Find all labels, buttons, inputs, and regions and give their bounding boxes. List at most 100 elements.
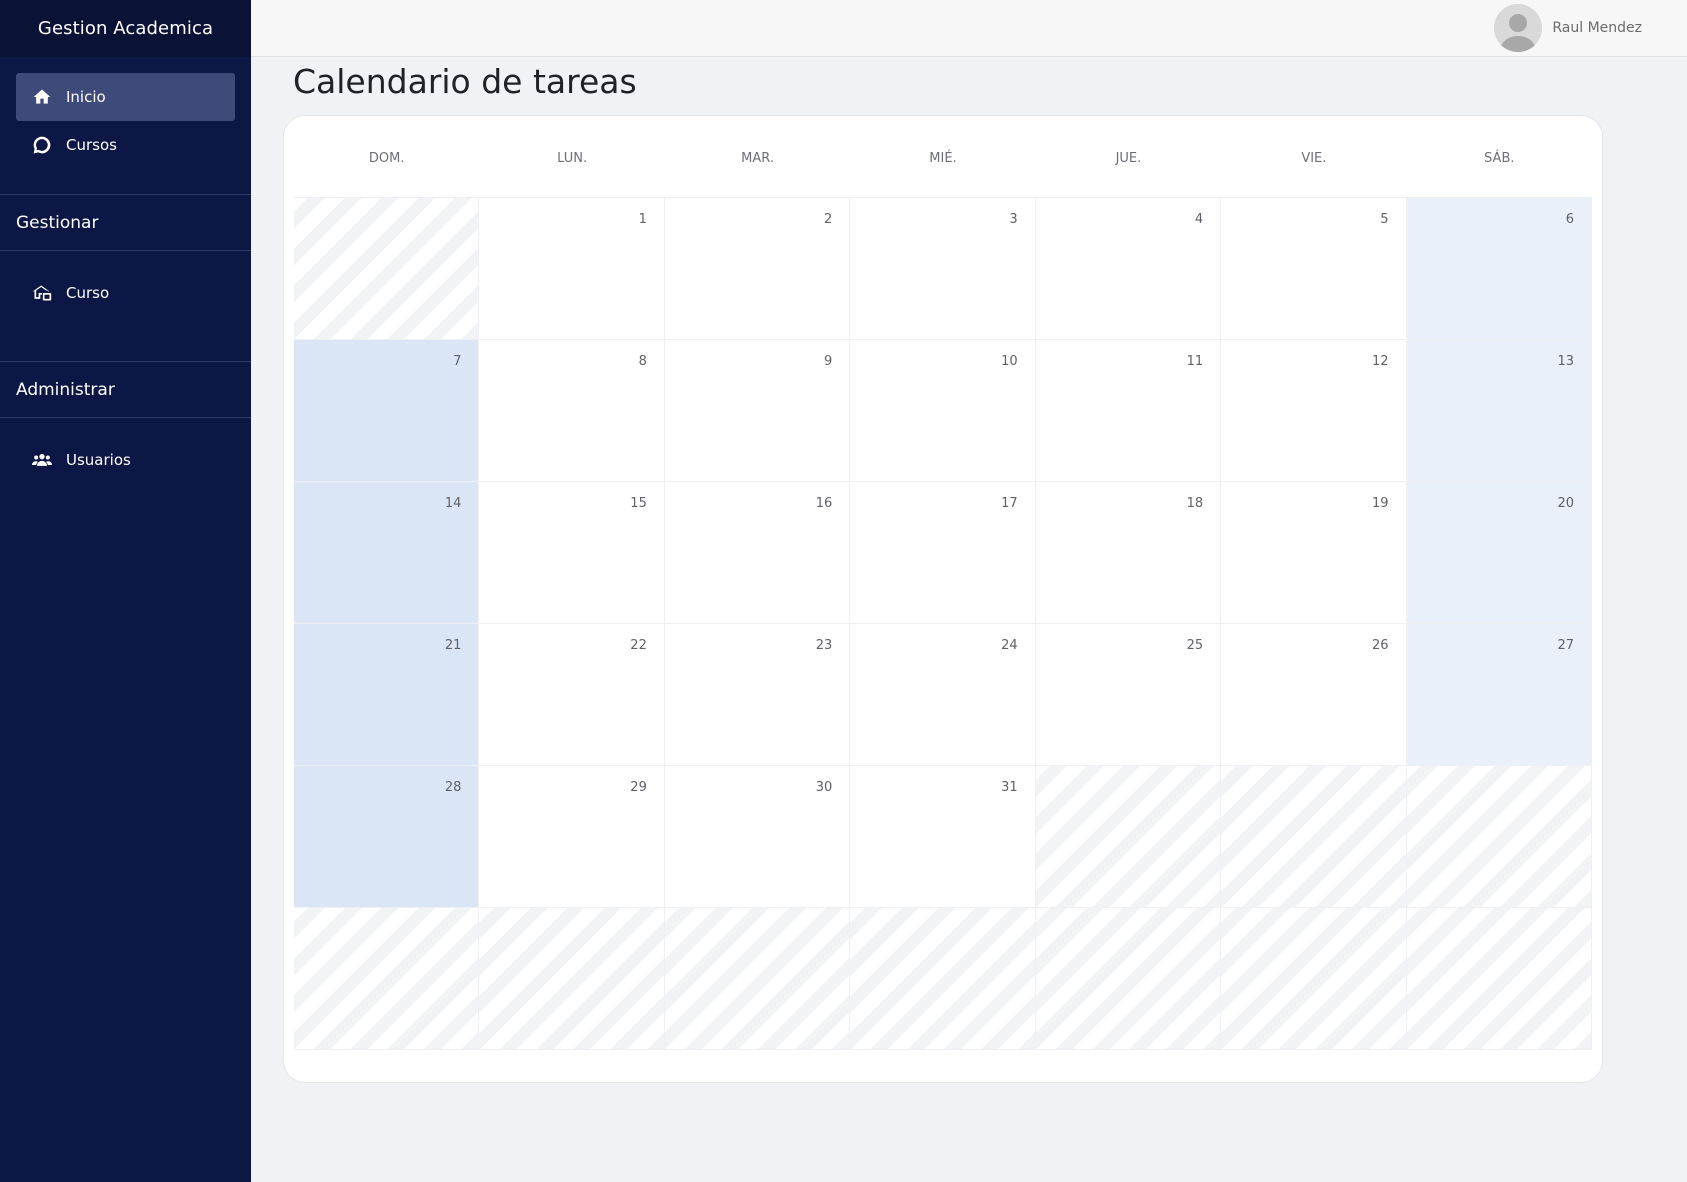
- day-header: VIE.: [1301, 151, 1327, 166]
- calendar-grid: 1 2 3 4 5 6 7 8 9 10 11 12 13 14 15 16 17 18 19 20 21 22 23 24 2…: [294, 198, 1592, 1050]
- calendar-day-cell[interactable]: 28: [294, 766, 480, 908]
- calendar-day-cell[interactable]: 23: [664, 624, 851, 766]
- calendar-day-cell[interactable]: 16: [664, 482, 851, 624]
- calendar-day-cell[interactable]: 8: [479, 340, 665, 482]
- calendar-day-cell[interactable]: 13: [1406, 340, 1592, 482]
- calendar-empty-cell: [1035, 908, 1222, 1050]
- section-title-administrar: Administrar: [0, 361, 251, 418]
- calendar-day-cell[interactable]: 27: [1406, 624, 1592, 766]
- sidebar-item-label: Inicio: [66, 88, 106, 106]
- calendar-day-cell[interactable]: 19: [1221, 482, 1407, 624]
- calendar-day-cell[interactable]: 11: [1035, 340, 1222, 482]
- section-title-gestionar: Gestionar: [0, 194, 251, 251]
- calendar-day-cell[interactable]: 31: [850, 766, 1036, 908]
- calendar-day-cell[interactable]: 17: [850, 482, 1036, 624]
- calendar-day-cell[interactable]: 4: [1035, 198, 1222, 340]
- day-number: 10: [1001, 354, 1018, 369]
- calendar-day-cell[interactable]: 22: [479, 624, 665, 766]
- day-number: 11: [1186, 354, 1204, 369]
- day-number: 4: [1194, 212, 1204, 227]
- calendar-empty-cell: [294, 198, 480, 340]
- day-number: 16: [815, 496, 833, 511]
- calendar-empty-cell: [1406, 908, 1592, 1050]
- day-number: 19: [1372, 496, 1389, 511]
- day-header: LUN.: [557, 151, 588, 166]
- day-number: 23: [815, 638, 833, 653]
- day-number: 2: [824, 212, 833, 227]
- sidebar-item-label: Usuarios: [66, 451, 131, 469]
- calendar-empty-cell: [850, 908, 1036, 1050]
- users-icon: [32, 450, 52, 470]
- calendar-day-cell[interactable]: 10: [850, 340, 1036, 482]
- calendar-empty-cell: [479, 908, 665, 1050]
- day-number: 13: [1557, 354, 1574, 369]
- home-icon: [32, 87, 52, 107]
- calendar-empty-cell: [1406, 766, 1592, 908]
- calendar-day-cell[interactable]: 5: [1221, 198, 1407, 340]
- calendar-empty-cell: [294, 908, 480, 1050]
- day-number: 31: [1001, 780, 1018, 795]
- sidebar-item-label: Curso: [66, 284, 110, 302]
- user-name[interactable]: Raul Mendez: [1552, 20, 1642, 36]
- top-bar: Raul Mendez: [251, 0, 1687, 57]
- sidebar-item-inicio[interactable]: Inicio: [16, 73, 235, 121]
- day-number: 8: [638, 354, 647, 369]
- calendar-day-cell[interactable]: 14: [294, 482, 480, 624]
- calendar-day-cell[interactable]: 30: [664, 766, 851, 908]
- calendar-day-cell[interactable]: 21: [294, 624, 480, 766]
- day-number: 3: [1009, 212, 1018, 227]
- calendar-day-cell[interactable]: 25: [1035, 624, 1222, 766]
- page-title: Calendario de tareas: [293, 62, 637, 101]
- day-number: 14: [444, 496, 462, 511]
- calendar-day-cell[interactable]: 9: [664, 340, 851, 482]
- day-number: 25: [1186, 638, 1204, 653]
- day-number: 9: [824, 354, 833, 369]
- calendar-day-cell[interactable]: 12: [1221, 340, 1407, 482]
- day-number: 6: [1565, 212, 1574, 227]
- calendar-day-cell[interactable]: 2: [664, 198, 851, 340]
- sidebar-item-usuarios[interactable]: Usuarios: [16, 436, 235, 484]
- calendar-empty-cell: [1221, 766, 1407, 908]
- day-number: 18: [1186, 496, 1204, 511]
- calendar-day-cell[interactable]: 20: [1406, 482, 1592, 624]
- day-header: MAR.: [741, 151, 774, 166]
- day-header: DOM.: [368, 151, 405, 166]
- day-number: 22: [630, 638, 647, 653]
- day-number: 27: [1557, 638, 1574, 653]
- day-number: 15: [630, 496, 647, 511]
- day-number: 29: [630, 780, 647, 795]
- day-number: 5: [1380, 212, 1389, 227]
- calendar-day-cell[interactable]: 6: [1406, 198, 1592, 340]
- day-number: 1: [638, 212, 647, 227]
- day-number: 20: [1557, 496, 1574, 511]
- day-number: 26: [1372, 638, 1389, 653]
- day-number: 7: [453, 354, 462, 369]
- day-number: 24: [1001, 638, 1018, 653]
- calendar-empty-cell: [1221, 908, 1407, 1050]
- calendar-day-cell[interactable]: 24: [850, 624, 1036, 766]
- sidebar-item-curso[interactable]: Curso: [16, 269, 235, 317]
- day-number: 28: [444, 780, 462, 795]
- day-number: 17: [1001, 496, 1018, 511]
- user-menu[interactable]: Raul Mendez: [1494, 4, 1642, 52]
- course-icon: [32, 283, 52, 303]
- app-brand[interactable]: Gestion Academica: [0, 0, 251, 57]
- day-header: SÁB.: [1484, 151, 1515, 166]
- day-number: 21: [444, 638, 462, 653]
- calendar-day-cell[interactable]: 26: [1221, 624, 1407, 766]
- calendar-day-cell[interactable]: 7: [294, 340, 480, 482]
- day-number: 12: [1372, 354, 1389, 369]
- day-header: JUE.: [1115, 151, 1142, 166]
- calendar-empty-cell: [664, 908, 851, 1050]
- calendar: DOM. LUN. MAR. MIÉ. JUE. VIE. SÁB. 12345…: [283, 115, 1603, 1083]
- calendar-day-cell[interactable]: 29: [479, 766, 665, 908]
- day-header: MIÉ.: [929, 151, 957, 166]
- chat-icon: [32, 135, 52, 155]
- calendar-day-cell[interactable]: 15: [479, 482, 665, 624]
- sidebar-item-cursos[interactable]: Cursos: [16, 121, 235, 169]
- calendar-day-cell[interactable]: 3: [850, 198, 1036, 340]
- calendar-empty-cell: [1035, 766, 1222, 908]
- calendar-day-cell[interactable]: 18: [1035, 482, 1222, 624]
- calendar-day-cell[interactable]: 1: [479, 198, 665, 340]
- user-avatar-icon[interactable]: [1494, 4, 1543, 52]
